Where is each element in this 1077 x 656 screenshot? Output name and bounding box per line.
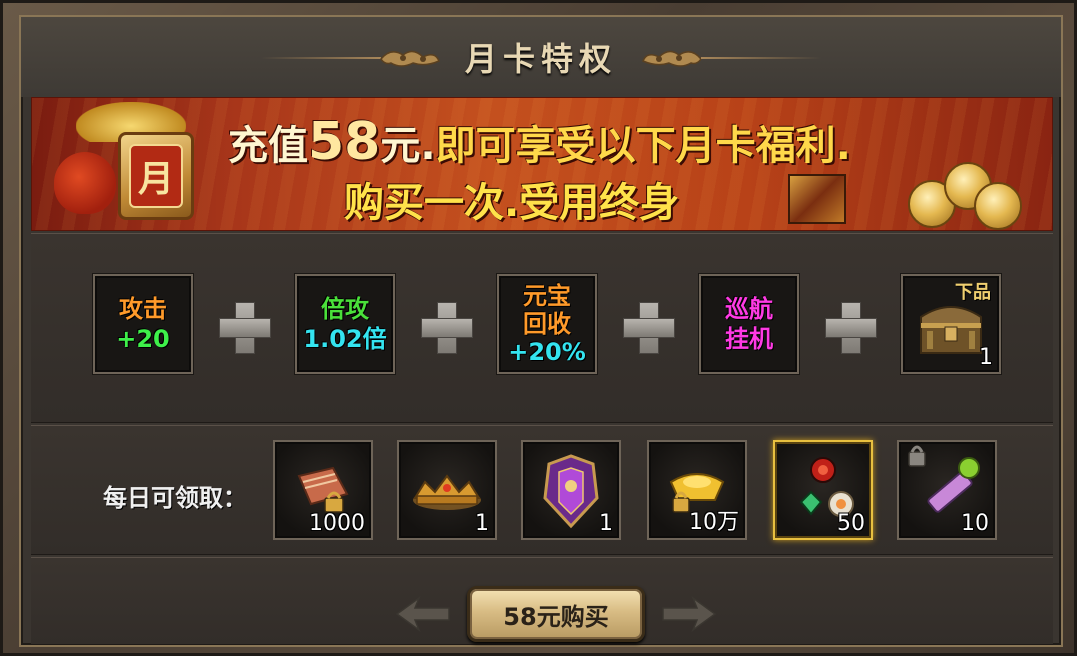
title-line-right <box>701 57 821 59</box>
plus-icon <box>419 300 473 354</box>
banner-headline: 充值58元.即可享受以下月卡福利. <box>228 112 851 172</box>
title-line-left <box>261 57 381 59</box>
plus-icon <box>621 300 675 354</box>
month-card-icon: 月 <box>118 132 194 220</box>
privilege-ingot-recycle[interactable]: 元宝 回收 +20% <box>497 274 597 374</box>
month-card-glyph: 月 <box>129 144 183 208</box>
privilege-label: 巡航 <box>725 295 773 323</box>
privilege-multiplier[interactable]: 倍攻 1.02倍 <box>295 274 395 374</box>
purchase-row: 58元购买 <box>31 557 1053 645</box>
arrow-left-icon[interactable] <box>393 594 453 634</box>
banner-unit: 元. <box>380 123 436 169</box>
gold-coins-icon <box>904 156 1032 230</box>
banner-prefix: 充值 <box>228 123 308 169</box>
item-count: 1000 <box>309 511 365 536</box>
plus-icon <box>823 300 877 354</box>
chest-grade-badge: 下品 <box>955 282 991 303</box>
daily-rewards-row: 每日可领取： 1000 1 1 10万 50 10 <box>31 425 1053 555</box>
item-count: 1 <box>979 345 993 370</box>
banner-amount: 58 <box>308 112 381 172</box>
privilege-label: 攻击 <box>119 295 167 323</box>
daily-item-5[interactable]: 50 <box>773 440 873 540</box>
daily-item-2[interactable]: 1 <box>397 440 497 540</box>
gift-box-icon <box>788 174 846 224</box>
promo-banner: 月 充值58元.即可享受以下月卡福利. 购买一次.受用终身 <box>31 97 1053 231</box>
banner-suffix: 即可享受以下月卡福利. <box>435 123 851 169</box>
privilege-value: +20 <box>116 325 170 353</box>
cloud-ornament-icon <box>642 50 702 67</box>
privilege-label-2: 挂机 <box>725 325 773 353</box>
item-count: 10 <box>961 511 989 536</box>
banner-subline: 购买一次.受用终身 <box>344 180 680 226</box>
panel: 月卡特权 月 充值58元.即可享受以下月卡福利. 购买一次.受用终身 攻击 +2… <box>19 15 1063 647</box>
privilege-treasure-chest[interactable]: 下品 1 <box>901 274 1001 374</box>
title-bar: 月卡特权 <box>21 17 1061 97</box>
privilege-value: 1.02倍 <box>303 325 387 353</box>
daily-rewards-label: 每日可领取： <box>103 484 247 512</box>
plus-icon <box>217 300 271 354</box>
window-frame: 月卡特权 月 充值58元.即可享受以下月卡福利. 购买一次.受用终身 攻击 +2… <box>0 0 1077 656</box>
privilege-label: 倍攻 <box>321 295 369 323</box>
privilege-auto-cruise[interactable]: 巡航 挂机 <box>699 274 799 374</box>
money-bag-icon <box>54 152 116 214</box>
item-count: 1 <box>475 511 489 536</box>
privilege-value: +20% <box>508 338 586 366</box>
privilege-label-2: 回收 <box>523 310 571 338</box>
item-count: 10万 <box>689 510 739 535</box>
privilege-attack[interactable]: 攻击 +20 <box>93 274 193 374</box>
daily-item-1[interactable]: 1000 <box>273 440 373 540</box>
daily-item-6[interactable]: 10 <box>897 440 997 540</box>
daily-item-4[interactable]: 10万 <box>647 440 747 540</box>
item-count: 1 <box>599 511 613 536</box>
daily-item-3[interactable]: 1 <box>521 440 621 540</box>
buy-button[interactable]: 58元购买 <box>467 586 645 642</box>
privileges-row: 攻击 +20 倍攻 1.02倍 元宝 回收 +20% 巡航 挂机 下品 1 <box>31 233 1053 423</box>
page-title: 月卡特权 <box>464 40 617 78</box>
item-count: 50 <box>837 511 865 536</box>
cloud-ornament-icon <box>380 50 440 67</box>
privilege-label: 元宝 <box>523 282 571 310</box>
arrow-right-icon[interactable] <box>659 594 719 634</box>
